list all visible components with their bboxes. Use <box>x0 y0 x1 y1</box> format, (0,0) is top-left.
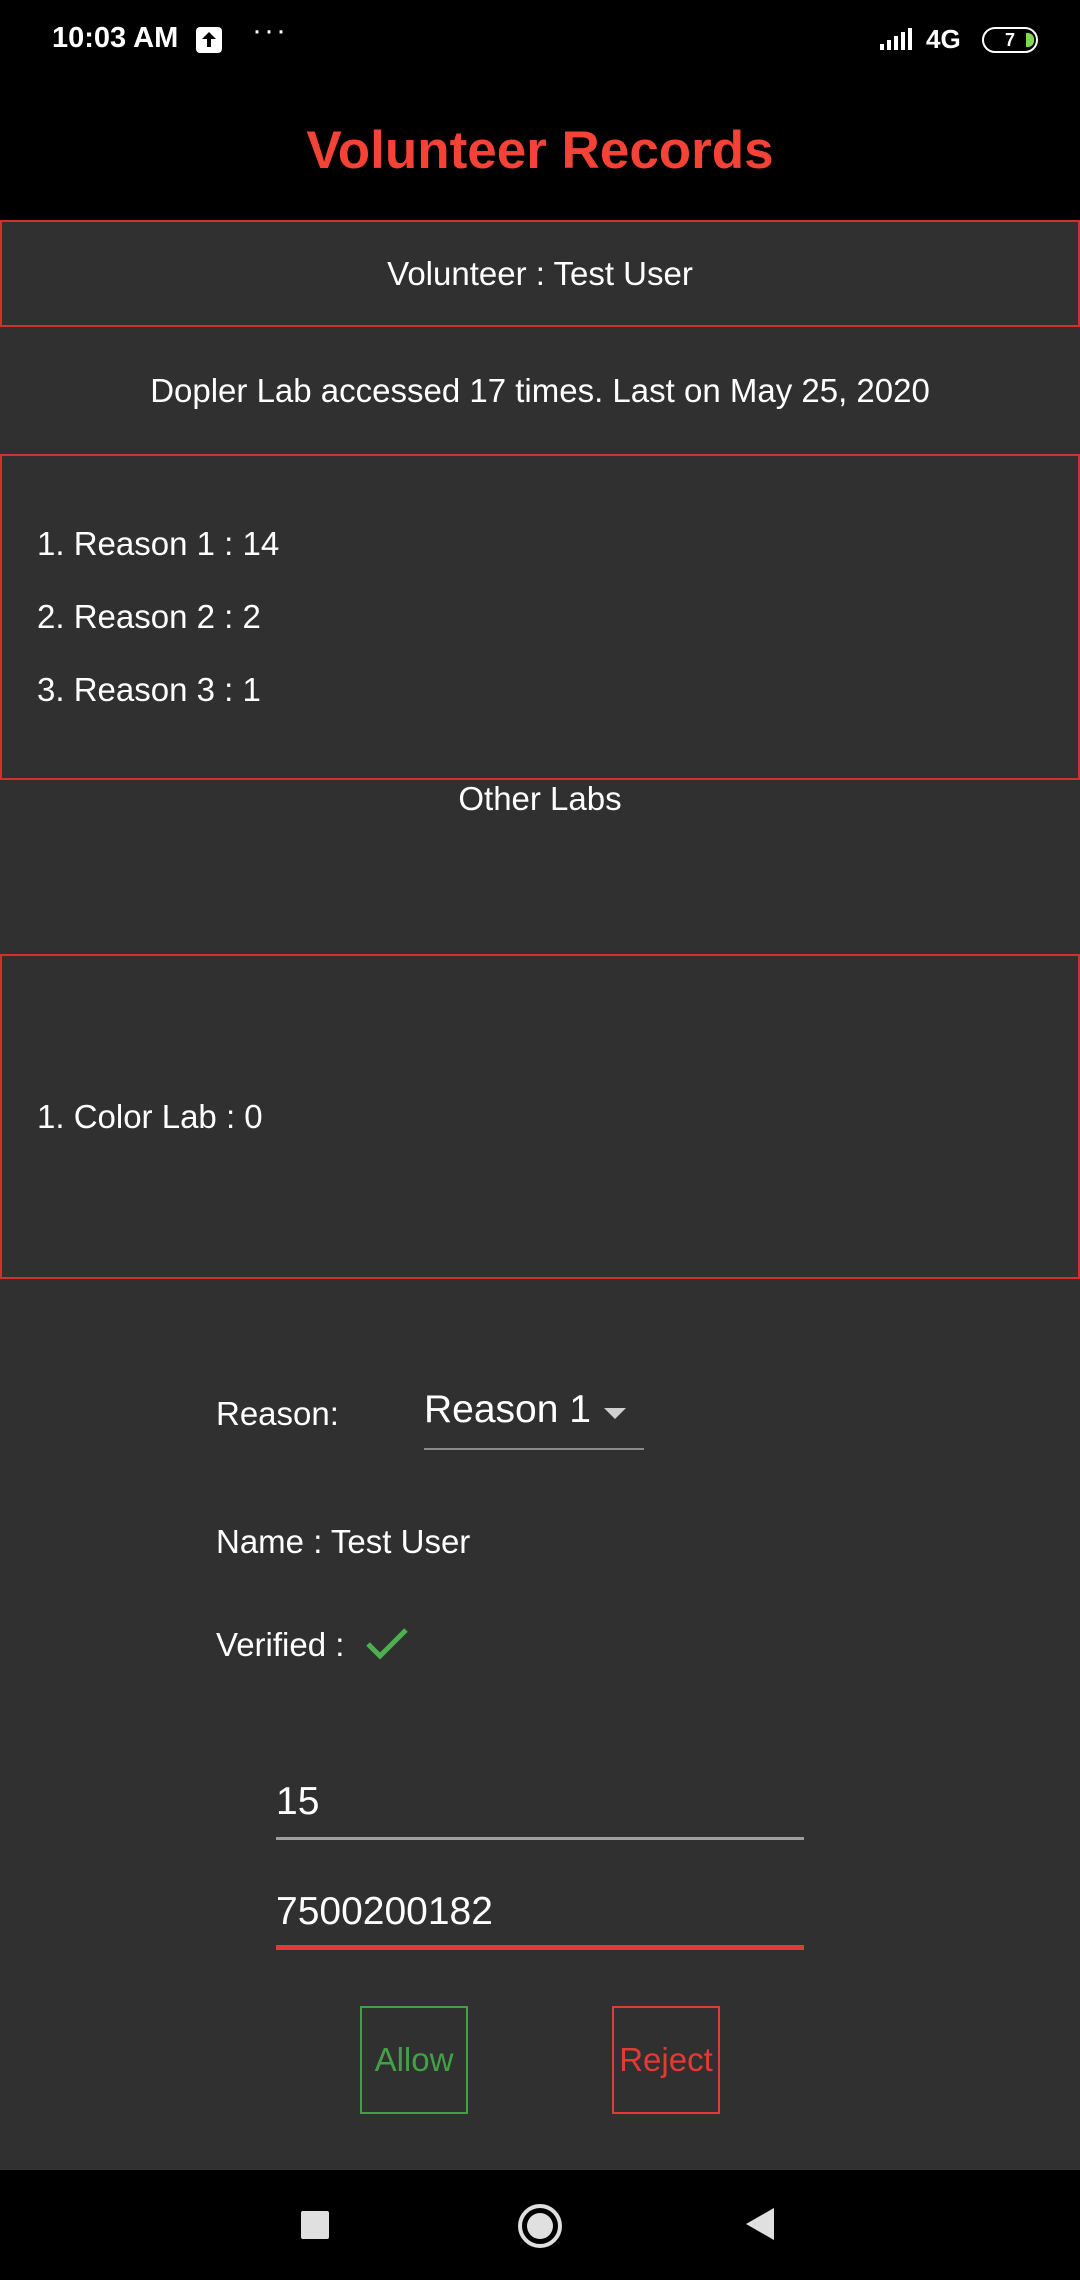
status-bar: 10:03 AM ··· 4G 7 <box>0 0 1080 80</box>
battery-icon: 7 <box>982 27 1038 53</box>
list-item: 1. Reason 1 : 14 <box>37 525 280 562</box>
status-time: 10:03 AM <box>52 22 179 54</box>
back-icon[interactable] <box>746 2208 774 2240</box>
count-input[interactable]: 15 <box>276 1770 804 1840</box>
chevron-down-icon <box>604 1408 626 1419</box>
recents-icon[interactable] <box>301 2211 329 2239</box>
other-labs-list: 1. Color Lab : 0 <box>0 954 1080 1279</box>
signal-icon <box>880 26 918 57</box>
phone-input-underline <box>276 1945 804 1950</box>
list-item: 3. Reason 3 : 1 <box>37 671 261 708</box>
home-icon-inner <box>527 2213 553 2239</box>
app-bar: Volunteer Records <box>0 80 1080 220</box>
page-title: Volunteer Records <box>306 121 774 180</box>
phone-input[interactable]: 7500200182 <box>276 1880 804 1950</box>
reasons-list: 1. Reason 1 : 14 2. Reason 2 : 2 3. Reas… <box>0 454 1080 780</box>
volunteer-name: Volunteer : Test User <box>387 255 693 292</box>
list-item: 2. Reason 2 : 2 <box>37 598 261 635</box>
network-type: 4G <box>926 24 961 54</box>
reject-button[interactable]: Reject <box>612 2006 720 2114</box>
check-icon <box>364 1624 410 1667</box>
reason-dropdown[interactable]: Reason 1 <box>424 1384 644 1450</box>
reason-dropdown-value: Reason 1 <box>424 1388 591 1431</box>
name-text: Name : Test User <box>216 1523 471 1560</box>
list-item: 1. Color Lab : 0 <box>37 1098 263 1135</box>
count-input-underline <box>276 1837 804 1840</box>
verified-label: Verified : <box>216 1626 345 1663</box>
access-summary: Dopler Lab accessed 17 times. Last on Ma… <box>150 372 930 409</box>
battery-fill <box>1026 33 1034 47</box>
more-icon: ··· <box>252 14 288 47</box>
other-labs-heading: Other Labs <box>458 780 622 817</box>
battery-level: 7 <box>1004 30 1015 50</box>
reason-label: Reason: <box>216 1395 339 1432</box>
screen: 10:03 AM ··· 4G 7 Volunteer Records Volu… <box>0 0 1080 2280</box>
phone-input-value: 7500200182 <box>276 1890 493 1933</box>
upload-icon <box>196 27 222 53</box>
count-input-value: 15 <box>276 1780 320 1823</box>
navigation-bar <box>0 2170 1080 2280</box>
volunteer-card: Volunteer : Test User <box>0 220 1080 327</box>
home-icon[interactable] <box>518 2204 562 2248</box>
allow-button[interactable]: Allow <box>360 2006 468 2114</box>
